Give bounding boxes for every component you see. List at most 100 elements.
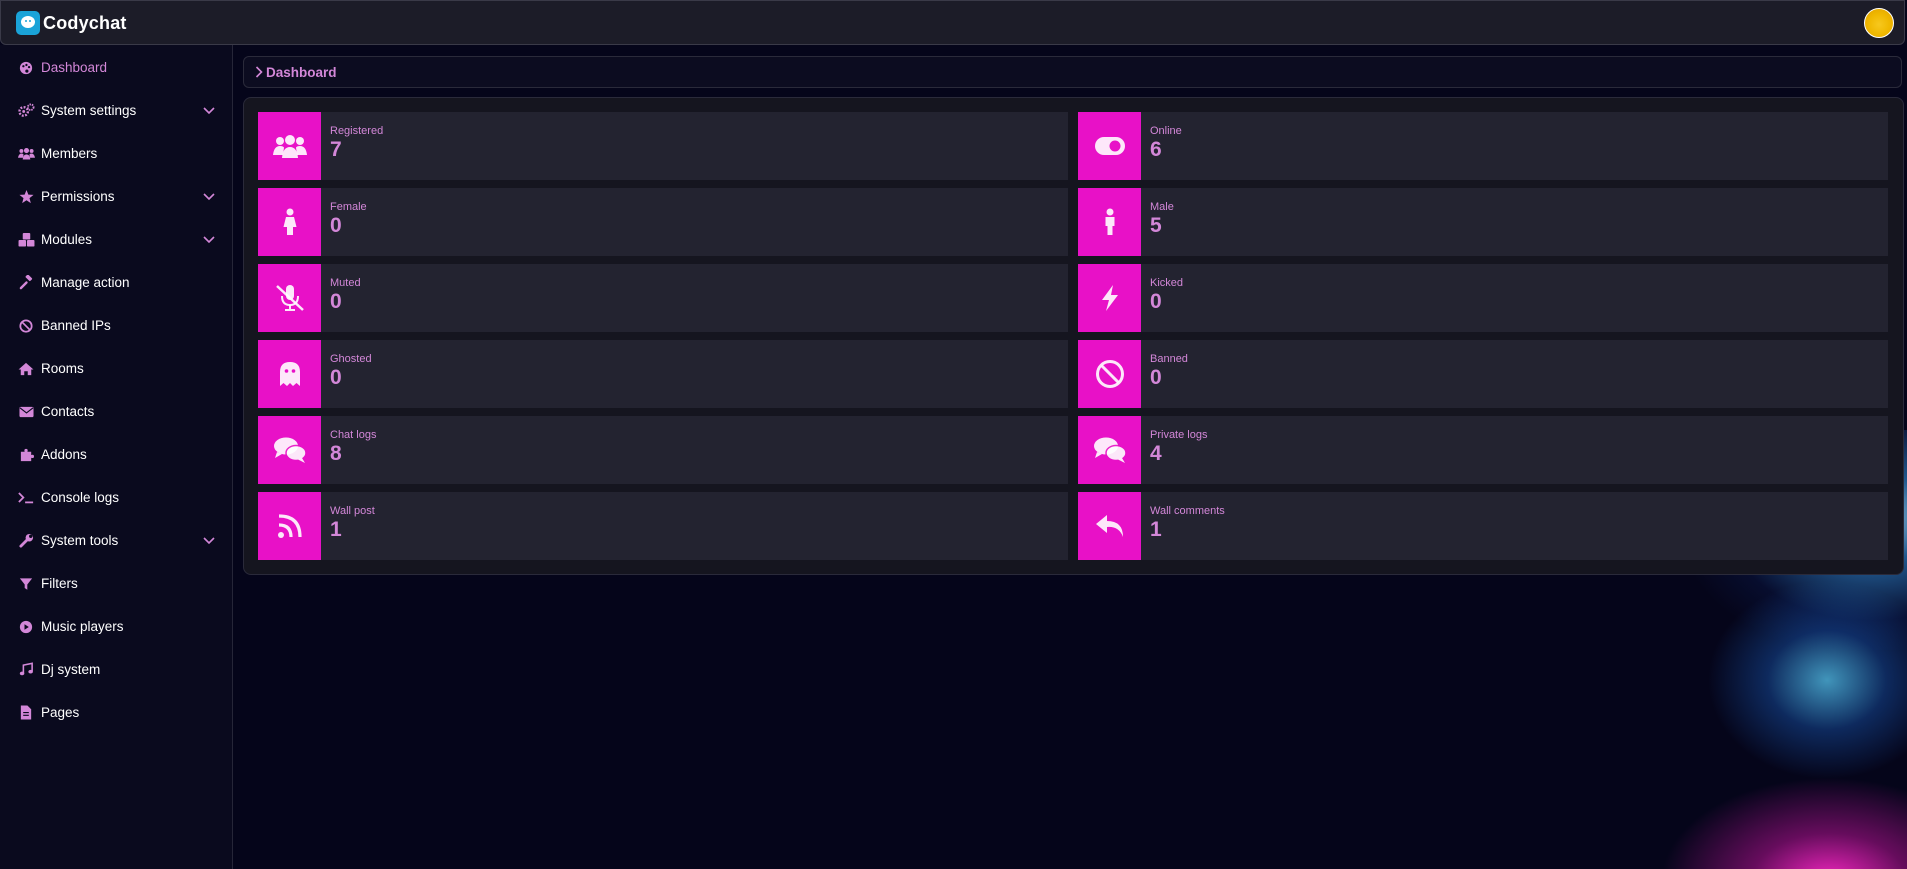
- sidebar-item-members[interactable]: Members: [0, 132, 232, 175]
- sidebar-item-label: Contacts: [41, 404, 95, 419]
- star-icon: [17, 188, 35, 206]
- stat-value: 4: [1150, 442, 1162, 465]
- sidebar-item-contacts[interactable]: Contacts: [0, 390, 232, 433]
- sidebar-item-pages[interactable]: Pages: [0, 691, 232, 734]
- stat-card-registered[interactable]: Registered 7: [258, 112, 1068, 180]
- stat-value: 5: [1150, 214, 1162, 237]
- female-icon: [258, 188, 321, 256]
- sidebar-item-label: Members: [41, 146, 98, 161]
- users-icon: [17, 145, 35, 163]
- reply-icon: [1078, 492, 1141, 560]
- wrench-icon: [17, 532, 35, 550]
- sidebar-item-label: Permissions: [41, 189, 115, 204]
- sidebar-item-filters[interactable]: Filters: [0, 562, 232, 605]
- toggle-icon: [1078, 112, 1141, 180]
- stat-card-muted[interactable]: Muted 0: [258, 264, 1068, 332]
- sidebar-item-addons[interactable]: Addons: [0, 433, 232, 476]
- sidebar-item-manage-action[interactable]: Manage action: [0, 261, 232, 304]
- sidebar-item-label: Console logs: [41, 490, 120, 505]
- chevron-down-icon[interactable]: [203, 104, 215, 116]
- stat-title: Online: [1150, 125, 1182, 137]
- chevron-down-icon[interactable]: [203, 233, 215, 245]
- cogs-icon: [17, 102, 35, 120]
- filter-icon: [17, 575, 35, 593]
- cubes-icon: [17, 231, 35, 249]
- sidebar-item-system-settings[interactable]: System settings: [0, 89, 232, 132]
- stat-value: 0: [1150, 366, 1162, 389]
- stat-card-kicked[interactable]: Kicked 0: [1078, 264, 1888, 332]
- home-icon: [17, 360, 35, 378]
- stat-value: 8: [330, 442, 342, 465]
- sidebar-item-label: Dashboard: [41, 60, 108, 75]
- sidebar-item-dashboard[interactable]: Dashboard: [0, 46, 232, 89]
- stat-title: Chat logs: [330, 429, 377, 441]
- sidebar-item-label: Pages: [41, 705, 80, 720]
- ghost-icon: [258, 340, 321, 408]
- stat-card-wall-post[interactable]: Wall post 1: [258, 492, 1068, 560]
- terminal-icon: [17, 489, 35, 507]
- sidebar-item-banned-ips[interactable]: Banned IPs: [0, 304, 232, 347]
- sidebar-item-label: System tools: [41, 533, 119, 548]
- stat-title: Wall comments: [1150, 505, 1225, 517]
- stat-title: Female: [330, 201, 367, 213]
- top-bar: Codychat: [0, 0, 1905, 45]
- male-icon: [1078, 188, 1141, 256]
- chevron-down-icon[interactable]: [203, 190, 215, 202]
- comments-icon: [1078, 416, 1141, 484]
- file-icon: [17, 704, 35, 722]
- rss-icon: [258, 492, 321, 560]
- stat-card-ghosted[interactable]: Ghosted 0: [258, 340, 1068, 408]
- stat-card-female[interactable]: Female 0: [258, 188, 1068, 256]
- ban-icon: [17, 317, 35, 335]
- sidebar-item-console-logs[interactable]: Console logs: [0, 476, 232, 519]
- stat-value: 7: [330, 138, 342, 161]
- sidebar-item-label: System settings: [41, 103, 137, 118]
- breadcrumb: Dashboard: [243, 56, 1902, 88]
- comments-icon: [258, 416, 321, 484]
- avatar[interactable]: [1864, 8, 1894, 38]
- sidebar: Dashboard System settings Members Permis…: [0, 45, 233, 869]
- stats-panel: Registered 7 Online 6 Female 0 Male 5 Mu…: [243, 97, 1904, 575]
- play-circle-icon: [17, 618, 35, 636]
- sidebar-item-dj-system[interactable]: Dj system: [0, 648, 232, 691]
- logo-icon: [16, 11, 40, 35]
- sidebar-item-label: Rooms: [41, 361, 84, 376]
- sidebar-item-rooms[interactable]: Rooms: [0, 347, 232, 390]
- sidebar-item-label: Modules: [41, 232, 93, 247]
- stat-title: Private logs: [1150, 429, 1208, 441]
- stat-value: 1: [1150, 518, 1162, 541]
- stat-card-banned[interactable]: Banned 0: [1078, 340, 1888, 408]
- stat-title: Muted: [330, 277, 361, 289]
- stat-value: 0: [330, 366, 342, 389]
- sidebar-item-label: Dj system: [41, 662, 101, 677]
- microphone-slash-icon: [258, 264, 321, 332]
- puzzle-icon: [17, 446, 35, 464]
- stat-card-wall-comments[interactable]: Wall comments 1: [1078, 492, 1888, 560]
- stat-card-male[interactable]: Male 5: [1078, 188, 1888, 256]
- sidebar-item-label: Manage action: [41, 275, 130, 290]
- breadcrumb-current[interactable]: Dashboard: [266, 65, 337, 80]
- sidebar-item-modules[interactable]: Modules: [0, 218, 232, 261]
- sidebar-item-system-tools[interactable]: System tools: [0, 519, 232, 562]
- sidebar-item-label: Addons: [41, 447, 87, 462]
- sidebar-item-permissions[interactable]: Permissions: [0, 175, 232, 218]
- bolt-icon: [1078, 264, 1141, 332]
- stat-value: 0: [1150, 290, 1162, 313]
- chevron-down-icon[interactable]: [203, 534, 215, 546]
- stat-title: Registered: [330, 125, 384, 137]
- ban-icon: [1078, 340, 1141, 408]
- stat-value: 1: [330, 518, 342, 541]
- brand[interactable]: Codychat: [16, 11, 127, 35]
- stat-title: Ghosted: [330, 353, 372, 365]
- stat-value: 0: [330, 214, 342, 237]
- stat-title: Wall post: [330, 505, 375, 517]
- stat-card-chat-logs[interactable]: Chat logs 8: [258, 416, 1068, 484]
- stat-title: Kicked: [1150, 277, 1184, 289]
- chevron-right-icon: [255, 66, 263, 78]
- stat-card-private-logs[interactable]: Private logs 4: [1078, 416, 1888, 484]
- stat-title: Male: [1150, 201, 1174, 213]
- palette-icon: [17, 59, 35, 77]
- envelope-icon: [17, 403, 35, 421]
- sidebar-item-music-players[interactable]: Music players: [0, 605, 232, 648]
- stat-card-online[interactable]: Online 6: [1078, 112, 1888, 180]
